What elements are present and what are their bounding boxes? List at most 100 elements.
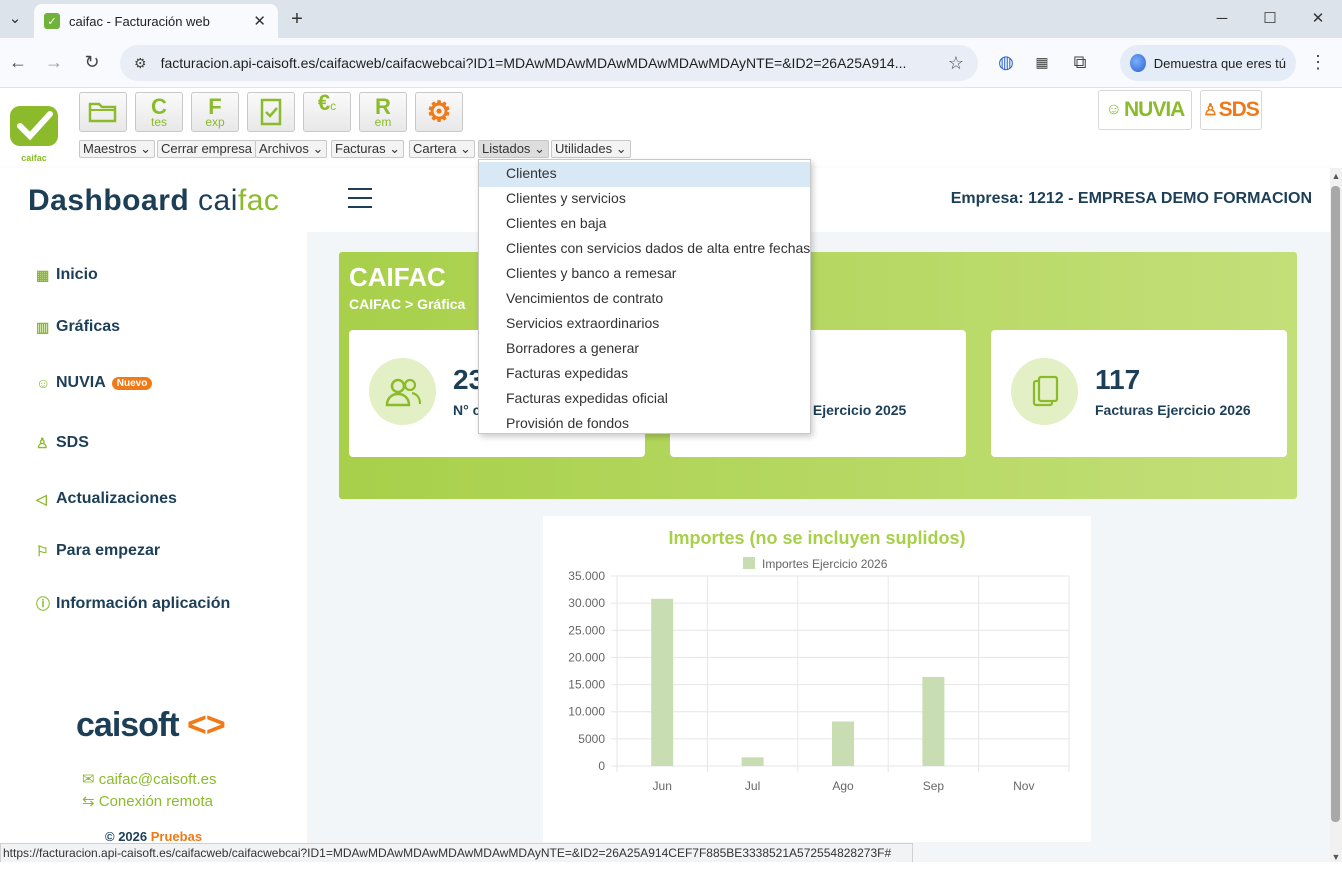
empresa-label: Empresa: 1212 - EMPRESA DEMO FORMACION xyxy=(950,190,1312,207)
caifac-favicon-icon: ✓ xyxy=(44,13,60,29)
importes-bar-chart: Importes Ejercicio 2026 35.000 30.000 25.00… xyxy=(568,557,1070,793)
forward-icon[interactable]: → xyxy=(36,44,72,80)
x-tick-label: Sep xyxy=(923,779,945,793)
importes-chart-card: Importes (no se incluyen suplidos) Impor… xyxy=(543,516,1091,842)
menu-cartera[interactable]: Cartera ⌄ xyxy=(409,140,475,158)
menu-archivos[interactable]: Archivos ⌄ xyxy=(255,140,328,158)
listados-menu-item[interactable]: Borradores a generar xyxy=(479,337,810,362)
robot-icon: ☺ xyxy=(36,375,51,391)
sidebar-item-sds[interactable]: ♙ SDS xyxy=(36,434,89,452)
browser-tab[interactable]: ✓ caifac - Facturación web ✕ xyxy=(34,4,278,38)
address-bar[interactable]: ⚙ facturacion.api-caisoft.es/caifacweb/c… xyxy=(120,45,978,81)
y-tick-label: 10.000 xyxy=(568,705,605,719)
pruebas-link[interactable]: Pruebas xyxy=(151,829,202,844)
y-tick-label: 15.000 xyxy=(568,678,605,692)
minimize-icon[interactable]: ─ xyxy=(1210,0,1234,38)
document-check-icon xyxy=(260,98,282,126)
bookmark-star-icon[interactable]: ☆ xyxy=(948,53,964,74)
sidebar-item-inicio[interactable]: ▦ Inicio xyxy=(36,266,98,284)
close-tab-icon[interactable]: ✕ xyxy=(251,12,268,30)
settings-tool[interactable]: ⚙ xyxy=(415,92,463,132)
x-tick-label: Jul xyxy=(745,779,760,793)
remote-connection-link[interactable]: ⇆ Conexión remota xyxy=(82,792,213,810)
legend-swatch xyxy=(743,557,755,569)
gear-icon: ⚙ xyxy=(426,96,452,128)
extensions-icon[interactable]: ⧉ xyxy=(1062,44,1098,80)
clientes-tool[interactable]: C tes xyxy=(135,92,183,132)
bar-sep xyxy=(922,676,945,766)
reload-icon[interactable]: ↻ xyxy=(74,44,110,80)
listados-menu-item[interactable]: Provisión de fondos xyxy=(479,412,810,437)
user-icon: ♙ xyxy=(1203,102,1217,119)
sidebar-item-para-empezar[interactable]: ⚐ Para empezar xyxy=(36,542,160,560)
close-window-icon[interactable]: ✕ xyxy=(1306,0,1330,38)
listados-menu-item[interactable]: Clientes y servicios xyxy=(479,187,810,212)
menu-utilidades[interactable]: Utilidades ⌄ xyxy=(551,140,631,158)
listados-menu-item[interactable]: Facturas expedidas oficial xyxy=(479,387,810,412)
documents-icon xyxy=(1011,358,1078,425)
sidebar-item-actualizaciones[interactable]: ◁ Actualizaciones xyxy=(36,490,177,508)
listados-menu-item[interactable]: Clientes y banco a remesar xyxy=(479,262,810,287)
menu-maestros[interactable]: Maestros ⌄ xyxy=(79,140,155,158)
listados-menu-item[interactable]: Facturas expedidas xyxy=(479,362,810,387)
sidebar-item-graficas[interactable]: ▥ Gráficas xyxy=(36,318,120,336)
caisoft-chevrons-icon: <> xyxy=(187,706,226,744)
back-icon[interactable]: ← xyxy=(0,44,36,80)
tab-search-icon[interactable]: ⌄ xyxy=(4,0,26,38)
main-content: CAIFAC CAIFAC > Gráfica 23 N° c ras Ejer… xyxy=(307,232,1330,862)
listados-menu-item[interactable]: Servicios extraordinarios xyxy=(479,312,810,337)
scroll-down-arrow-icon[interactable]: ▼ xyxy=(1330,852,1342,862)
y-tick-label: 30.000 xyxy=(568,596,605,610)
robot-icon: ☺ xyxy=(1105,101,1122,118)
caifac-logo[interactable]: caifac xyxy=(8,104,60,163)
browser-tab-strip: ⌄ ✓ caifac - Facturación web ✕ + ─ ☐ ✕ xyxy=(0,0,1342,38)
logo-caption: caifac xyxy=(21,153,47,163)
new-badge: Nuevo xyxy=(111,376,153,390)
facturas-tool[interactable]: F exp xyxy=(191,92,239,132)
stat-number: 117 xyxy=(1095,364,1141,395)
y-tick-label: 20.000 xyxy=(568,650,605,664)
scrollbar-thumb[interactable] xyxy=(1331,186,1340,822)
scroll-up-arrow-icon[interactable]: ▲ xyxy=(1330,171,1342,181)
browser-menu-icon[interactable]: ⋮ xyxy=(1300,44,1336,80)
y-tick-label: 0 xyxy=(598,759,605,773)
remesas-tool[interactable]: R em xyxy=(359,92,407,132)
new-tab-icon[interactable]: + xyxy=(286,0,308,38)
open-folder-tool[interactable] xyxy=(79,92,127,132)
menu-facturas[interactable]: Facturas ⌄ xyxy=(331,140,405,158)
document-check-tool[interactable] xyxy=(247,92,295,132)
menu-cerrar-empresa[interactable]: Cerrar empresa xyxy=(157,140,257,158)
user-icon: ♙ xyxy=(36,434,49,451)
extension-globe-icon[interactable]: ◍ xyxy=(988,44,1024,80)
bar-ago xyxy=(832,721,854,766)
site-info-icon[interactable]: ⚙ xyxy=(134,55,147,72)
users-icon xyxy=(369,358,436,425)
x-tick-label: Nov xyxy=(1013,779,1034,793)
sds-button[interactable]: ♙ SDS xyxy=(1200,90,1262,130)
bar-jul xyxy=(741,757,764,766)
dashboard-title: Dashboard caifac xyxy=(28,184,280,217)
sidebar-item-nuvia[interactable]: ☺ NUVIA Nuevo xyxy=(36,374,153,392)
legend-label: Importes Ejercicio 2026 xyxy=(762,557,888,571)
hamburger-menu-icon[interactable] xyxy=(348,188,372,208)
cobros-tool[interactable]: € c xyxy=(303,92,351,132)
sidebar-item-informacion[interactable]: ⓘ Información aplicación xyxy=(36,594,230,614)
listados-menu-item[interactable]: Clientes xyxy=(479,162,810,187)
listados-menu-item[interactable]: Clientes en baja xyxy=(479,212,810,237)
listados-dropdown: Clientes Clientes y servicios Clientes en … xyxy=(478,159,811,434)
bar-jun xyxy=(651,598,674,766)
bar-chart-icon: ▥ xyxy=(36,318,50,335)
nuvia-button[interactable]: ☺ NUVIA xyxy=(1098,90,1192,130)
url-text: facturacion.api-caisoft.es/caifacweb/cai… xyxy=(160,55,907,71)
maximize-icon[interactable]: ☐ xyxy=(1258,0,1282,38)
y-tick-label: 35.000 xyxy=(568,569,605,583)
email-link[interactable]: ✉ caifac@caisoft.es xyxy=(82,770,217,788)
app-header: caifac C tes F exp € c R em ⚙ Maestros ⌄… xyxy=(0,88,1330,168)
menu-listados[interactable]: Listados ⌄ xyxy=(478,140,549,158)
qr-code-icon[interactable]: ▦ xyxy=(1024,44,1060,80)
swap-icon: ⇆ xyxy=(82,793,99,810)
listados-menu-item[interactable]: Vencimientos de contrato xyxy=(479,287,810,312)
listados-menu-item[interactable]: Clientes con servicios dados de alta ent… xyxy=(479,237,810,262)
profile-chip[interactable]: Demuestra que eres tú xyxy=(1120,45,1296,81)
x-tick-label: Jun xyxy=(653,779,672,793)
